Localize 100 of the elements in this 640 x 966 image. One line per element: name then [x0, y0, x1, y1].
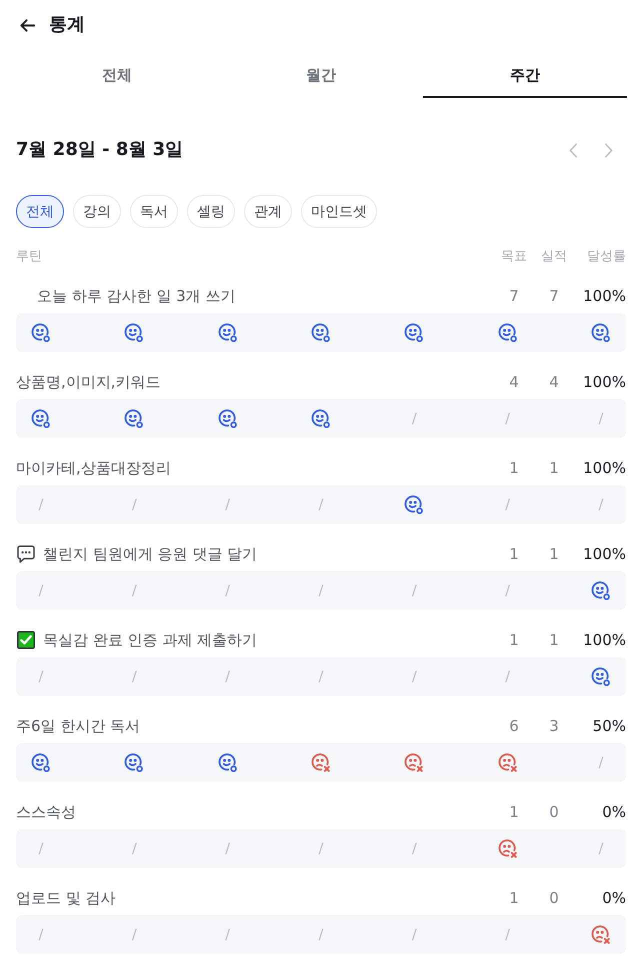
- empty-day-mark: /: [504, 582, 511, 600]
- routine-title: 업로드 및 검사: [16, 888, 117, 909]
- routine-title: 챌린지 팀원에게 응원 댓글 달기: [43, 544, 258, 565]
- speech-bubble-icon: [17, 545, 35, 563]
- empty-day-mark: /: [504, 496, 511, 514]
- column-header: 루틴: [16, 248, 43, 265]
- empty-day-mark: /: [318, 582, 324, 600]
- column-header: 목표: [500, 248, 528, 265]
- smile-face-icon: [404, 494, 424, 514]
- smile-face-icon: [310, 408, 331, 428]
- chevron-right-icon[interactable]: [604, 142, 613, 158]
- tab[interactable]: 전체: [15, 50, 219, 98]
- empty-day-mark: /: [410, 582, 418, 600]
- routine-title: 상품명,이미지,키워드: [16, 372, 162, 393]
- actual-count: 3: [548, 717, 560, 735]
- goal-count: 1: [508, 889, 520, 907]
- empty-day-mark: /: [38, 926, 44, 944]
- achievement-rate: 0%: [601, 889, 626, 907]
- category-chip[interactable]: 강의: [73, 195, 121, 228]
- goal-count: 1: [508, 803, 520, 821]
- actual-count: 0: [548, 803, 560, 821]
- smile-face-icon: [590, 322, 611, 342]
- smile-face-icon: [310, 322, 331, 342]
- achievement-rate: 0%: [601, 803, 626, 821]
- empty-day-mark: /: [410, 410, 418, 428]
- routine-title: 목실감 완료 인증 과제 제출하기: [43, 630, 258, 651]
- empty-day-mark: /: [130, 840, 138, 858]
- category-chip[interactable]: 독서: [130, 195, 178, 228]
- empty-day-mark: /: [130, 668, 138, 686]
- empty-day-mark: /: [598, 754, 604, 772]
- goal-count: 4: [508, 373, 520, 391]
- goal-count: 1: [508, 459, 520, 477]
- empty-day-mark: /: [318, 496, 324, 514]
- column-header: 달성률: [586, 248, 626, 265]
- goal-count: 7: [508, 287, 520, 305]
- goal-count: 1: [508, 631, 520, 649]
- empty-day-mark: /: [318, 668, 324, 686]
- achievement-rate: 100%: [582, 373, 626, 391]
- smile-face-icon: [124, 322, 144, 342]
- routine-title: 오늘 하루 감사한 일 3개 쓰기: [37, 286, 236, 307]
- empty-day-mark: /: [598, 840, 604, 858]
- page-title: 통계: [49, 13, 85, 37]
- actual-count: 1: [548, 631, 560, 649]
- smile-face-icon: [124, 752, 144, 772]
- empty-day-mark: /: [130, 926, 138, 944]
- empty-day-mark: /: [504, 668, 511, 686]
- sad-face-icon: [498, 752, 518, 772]
- sad-face-icon: [590, 924, 611, 944]
- column-header: 실적: [540, 248, 568, 265]
- empty-day-mark: /: [38, 582, 44, 600]
- actual-count: 1: [548, 545, 560, 563]
- actual-count: 4: [548, 373, 560, 391]
- actual-count: 0: [548, 889, 560, 907]
- date-range-title: 7월 28일 - 8월 3일: [16, 138, 184, 162]
- smile-face-icon: [590, 666, 611, 686]
- smile-face-icon: [31, 322, 51, 342]
- actual-count: 7: [548, 287, 560, 305]
- empty-day-mark: /: [224, 840, 232, 858]
- empty-day-mark: /: [410, 668, 418, 686]
- actual-count: 1: [548, 459, 560, 477]
- achievement-rate: 100%: [582, 545, 626, 563]
- tab[interactable]: 월간: [219, 50, 423, 98]
- empty-day-mark: /: [318, 840, 324, 858]
- routine-title: 스스속성: [16, 802, 77, 823]
- back-icon[interactable]: [19, 16, 36, 34]
- empty-day-mark: /: [410, 840, 418, 858]
- routine-title: 주6일 한시간 독서: [16, 716, 142, 737]
- empty-day-mark: /: [318, 926, 324, 944]
- category-chip[interactable]: 전체: [16, 195, 64, 228]
- routine-title: 마이카테,상품대장정리: [16, 458, 172, 479]
- empty-day-mark: /: [224, 668, 232, 686]
- category-chip[interactable]: 관계: [244, 195, 292, 228]
- smile-face-icon: [218, 752, 238, 772]
- achievement-rate: 100%: [582, 459, 626, 477]
- empty-day-mark: /: [224, 496, 232, 514]
- empty-day-mark: /: [410, 926, 418, 944]
- chevron-left-icon[interactable]: [569, 142, 578, 158]
- goal-count: 6: [508, 717, 520, 735]
- smile-face-icon: [498, 322, 518, 342]
- empty-day-mark: /: [130, 496, 138, 514]
- check-box-icon: [17, 631, 35, 649]
- empty-day-mark: /: [130, 582, 138, 600]
- achievement-rate: 100%: [582, 631, 626, 649]
- achievement-rate: 100%: [582, 287, 626, 305]
- empty-day-mark: /: [598, 410, 604, 428]
- empty-day-mark: /: [38, 668, 44, 686]
- sad-face-icon: [498, 838, 518, 858]
- sad-face-icon: [404, 752, 424, 772]
- achievement-rate: 50%: [592, 717, 626, 735]
- smile-face-icon: [404, 322, 424, 342]
- category-chip[interactable]: 셀링: [187, 195, 235, 228]
- empty-day-mark: /: [598, 496, 604, 514]
- smile-face-icon: [218, 322, 238, 342]
- smile-face-icon: [31, 408, 51, 428]
- empty-day-mark: /: [504, 926, 511, 944]
- empty-day-mark: /: [224, 926, 232, 944]
- smile-face-icon: [590, 580, 611, 600]
- tab[interactable]: 주간: [423, 50, 627, 98]
- smile-face-icon: [218, 408, 238, 428]
- category-chip[interactable]: 마인드셋: [301, 195, 377, 228]
